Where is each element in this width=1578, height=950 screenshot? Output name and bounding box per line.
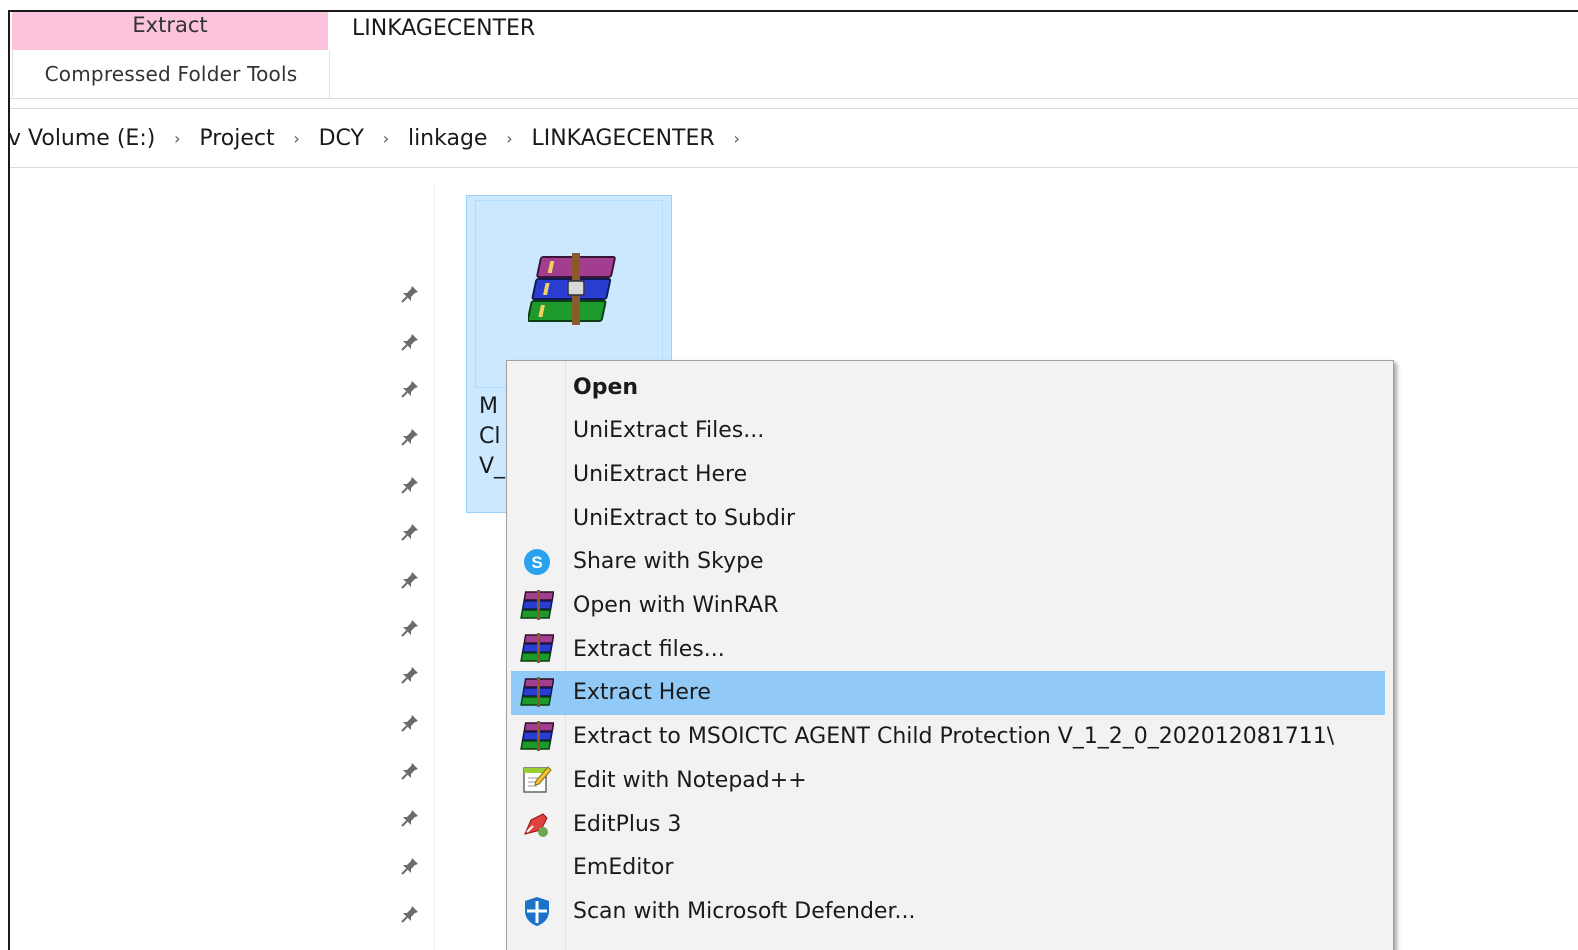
file-name-line: V_ [479, 454, 506, 479]
menu-item-label: UniExtract to Subdir [573, 505, 796, 531]
menu-item-editplus-3[interactable]: EditPlus 3 [511, 802, 1385, 846]
menu-item-label: EditPlus 3 [573, 811, 682, 837]
pin-icon[interactable] [390, 461, 430, 509]
ribbon: Extract Compressed Folder Tools LINKAGEC… [10, 12, 1578, 99]
file-name-line: M [479, 394, 498, 419]
chevron-right-icon[interactable]: › [285, 129, 309, 148]
menu-item-open-with-winrar[interactable]: Open with WinRAR [511, 584, 1385, 628]
chevron-right-icon[interactable]: › [497, 129, 521, 148]
pin-icon[interactable] [390, 318, 430, 366]
defender-icon [511, 895, 563, 927]
extract-tab[interactable]: Extract [12, 12, 328, 50]
menu-item-edit-with-notepad[interactable]: Edit with Notepad++ [511, 758, 1385, 802]
quick-access-pins [390, 270, 430, 938]
winrar-icon [511, 676, 563, 709]
breadcrumb-dcy[interactable]: DCY [315, 126, 368, 151]
menu-item-label: Share with Skype [573, 549, 764, 575]
menu-item-label: Open [573, 374, 639, 400]
menu-item-extract-to-msoictc-agent-child-protectio[interactable]: Extract to MSOICTC AGENT Child Protectio… [511, 715, 1385, 759]
breadcrumb-linkagecenter[interactable]: LINKAGECENTER [527, 126, 718, 151]
winrar-icon [511, 589, 563, 622]
menu-item-uniextract-here[interactable]: UniExtract Here [511, 452, 1385, 496]
address-bar[interactable]: v Volume (E:) › Project › DCY › linkage … [10, 108, 1578, 168]
pin-icon[interactable] [390, 556, 430, 604]
menu-item-share-with-skype[interactable]: S Share with Skype [511, 540, 1385, 584]
notepad-plus-plus-icon [511, 764, 563, 796]
pin-icon[interactable] [390, 365, 430, 413]
pin-icon[interactable] [390, 842, 430, 890]
menu-item-label: Open with WinRAR [573, 593, 779, 618]
winrar-icon [511, 633, 563, 665]
menu-item-label: UniExtract Files... [573, 418, 765, 444]
navigation-pane-divider [434, 182, 435, 950]
pin-icon[interactable] [390, 413, 430, 461]
window-title: LINKAGECENTER [352, 16, 536, 41]
pin-icon[interactable] [390, 270, 430, 318]
menu-item-uniextract-to-subdir[interactable]: UniExtract to Subdir [511, 496, 1385, 540]
winrar-archive-icon [526, 253, 616, 329]
pin-icon[interactable] [390, 508, 430, 556]
breadcrumb-volume[interactable]: v Volume (E:) [10, 126, 159, 151]
menu-item-label: EmEditor [573, 855, 674, 881]
menu-item-label: Extract Here [573, 680, 711, 706]
winrar-icon [511, 720, 563, 753]
menu-item-label: Edit with Notepad++ [573, 767, 807, 793]
breadcrumb-project[interactable]: Project [195, 126, 278, 151]
chevron-right-icon[interactable]: › [725, 129, 749, 148]
editplus-icon [511, 808, 563, 840]
file-explorer-window: Extract Compressed Folder Tools LINKAGEC… [8, 10, 1578, 950]
menu-item-uniextract-files[interactable]: UniExtract Files... [511, 409, 1385, 453]
pin-icon[interactable] [390, 604, 430, 652]
menu-item-emeditor[interactable]: EmEditor [511, 846, 1385, 890]
pin-icon[interactable] [390, 890, 430, 938]
svg-text:S: S [531, 553, 542, 572]
pin-icon[interactable] [390, 699, 430, 747]
menu-item-extract-files[interactable]: Extract files... [511, 627, 1385, 671]
breadcrumb-linkage[interactable]: linkage [404, 126, 492, 151]
chevron-right-icon[interactable]: › [374, 129, 398, 148]
pin-icon[interactable] [390, 747, 430, 795]
pin-icon[interactable] [390, 652, 430, 700]
chevron-right-icon[interactable]: › [165, 129, 189, 148]
menu-item-scan-with-microsoft-defender[interactable]: Scan with Microsoft Defender... [511, 889, 1385, 933]
menu-item-open[interactable]: Open [511, 365, 1385, 409]
menu-item-label: Extract to MSOICTC AGENT Child Protectio… [573, 724, 1335, 750]
pin-icon[interactable] [390, 795, 430, 843]
menu-item-label: UniExtract Here [573, 461, 748, 487]
breadcrumb: v Volume (E:) › Project › DCY › linkage … [10, 109, 755, 167]
file-name-line: Cl [479, 424, 501, 449]
menu-item-label: Scan with Microsoft Defender... [573, 898, 916, 924]
compressed-folder-tools-label: Compressed Folder Tools [12, 50, 330, 98]
context-menu: Open UniExtract Files... UniExtract Here Un… [506, 360, 1394, 950]
menu-item-extract-here[interactable]: Extract Here [511, 670, 1385, 715]
skype-icon: S [511, 547, 563, 577]
file-name: M Cl V_ [479, 392, 505, 482]
menu-item-label: Extract files... [573, 636, 725, 662]
